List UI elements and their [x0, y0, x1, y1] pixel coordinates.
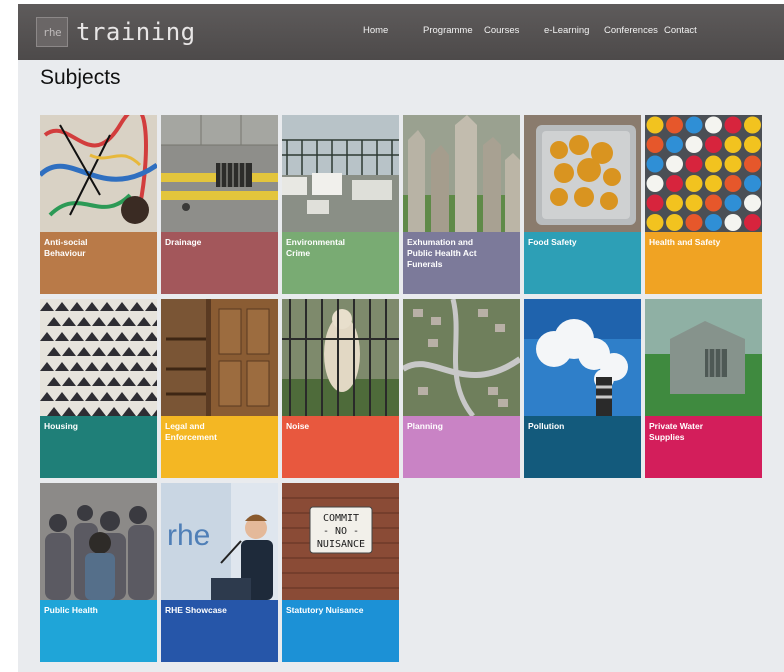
graffiti-photo [40, 115, 157, 232]
well-house-photo [645, 299, 762, 416]
crowd-photo [40, 483, 157, 600]
subject-label-band: Planning [403, 416, 520, 478]
subject-label-band: Noise [282, 416, 399, 478]
subject-tile-private-water-supplies[interactable]: Private Water Supplies [645, 299, 762, 478]
sign-text-3: NUISANCE [317, 539, 365, 550]
nav-programme[interactable]: Programme [423, 25, 473, 36]
subject-label: Food Safety [528, 237, 577, 247]
subject-label: RHE Showcase [165, 605, 227, 615]
subject-tile-noise[interactable]: Noise [282, 299, 399, 478]
subject-label: Noise [286, 421, 310, 431]
sign-text-1: COMMIT [323, 513, 359, 524]
food-tray-photo [524, 115, 641, 232]
subject-label: Planning [407, 421, 443, 431]
subject-tile-food-safety[interactable]: Food Safety [524, 115, 641, 294]
subject-label-band: Food Safety [524, 232, 641, 294]
speaker-photo: rhe [161, 483, 278, 600]
subject-tile-environmental-crime[interactable]: Environmental Crime [282, 115, 399, 294]
subject-tile-exhumation-and-public-health-act-funerals[interactable]: Exhumation and Public Health Act Funeral… [403, 115, 520, 294]
bear-cage-photo [282, 299, 399, 416]
subject-tile-planning[interactable]: Planning [403, 299, 520, 478]
subject-label: Housing [44, 421, 78, 431]
subject-tile-statutory-nuisance[interactable]: COMMIT - NO - NUISANCE Statutory Nuisance [282, 483, 399, 662]
estate-aerial-photo [403, 299, 520, 416]
site-header: rhe training Home Programme Courses e-Le… [18, 4, 784, 60]
rhe-screen-text: rhe [167, 519, 210, 552]
subject-tile-rhe-showcase[interactable]: rhe RHE Showcase [161, 483, 278, 662]
subject-label-band: Legal and Enforcement [161, 416, 278, 478]
subject-label-band: Drainage [161, 232, 278, 294]
hard-hats-photo [645, 115, 762, 232]
subject-label-band: Pollution [524, 416, 641, 478]
subject-label: Pollution [528, 421, 565, 431]
subject-tile-anti-social-behaviour[interactable]: Anti-social Behaviour [40, 115, 157, 294]
nav-elearning[interactable]: e-Learning [544, 25, 589, 36]
subject-tile-public-health[interactable]: Public Health [40, 483, 157, 662]
subject-label: Public Health [44, 605, 98, 615]
subject-label-band: Environmental Crime [282, 232, 399, 294]
subject-label: Legal and Enforcement [165, 421, 217, 442]
page-title: Subjects [40, 66, 121, 89]
subject-tile-legal-and-enforcement[interactable]: Legal and Enforcement [161, 299, 278, 478]
subject-tile-health-and-safety[interactable]: Health and Safety [645, 115, 762, 294]
nuisance-sign-photo: COMMIT - NO - NUISANCE [282, 483, 399, 600]
subject-tile-housing[interactable]: Housing [40, 299, 157, 478]
subject-label-band: Exhumation and Public Health Act Funeral… [403, 232, 520, 294]
subject-label-band: Public Health [40, 600, 157, 662]
subject-label-band: Housing [40, 416, 157, 478]
nav-contact[interactable]: Contact [664, 25, 697, 36]
chimney-smoke-photo [524, 299, 641, 416]
subject-tile-drainage[interactable]: Drainage [161, 115, 278, 294]
subject-label: Exhumation and Public Health Act Funeral… [407, 237, 477, 269]
subject-label: Drainage [165, 237, 202, 247]
subject-label-band: RHE Showcase [161, 600, 278, 662]
nav-courses[interactable]: Courses [484, 25, 519, 36]
drain-grate-photo [161, 115, 278, 232]
subject-label-band: Anti-social Behaviour [40, 232, 157, 294]
page: rhe training Home Programme Courses e-Le… [18, 4, 784, 672]
main-nav: Home Programme Courses e-Learning Confer… [18, 25, 784, 41]
nav-conferences[interactable]: Conferences [604, 25, 658, 36]
subject-label: Anti-social Behaviour [44, 237, 88, 258]
gravestones-photo [403, 115, 520, 232]
fly-tipping-photo [282, 115, 399, 232]
subject-label-band: Private Water Supplies [645, 416, 762, 478]
subject-label: Private Water Supplies [649, 421, 704, 442]
subject-tile-pollution[interactable]: Pollution [524, 299, 641, 478]
nav-home[interactable]: Home [363, 25, 388, 36]
housing-aerial-photo [40, 299, 157, 416]
subject-label: Environmental Crime [286, 237, 346, 258]
sign-text-2: - NO - [323, 526, 359, 537]
subject-label: Health and Safety [649, 237, 721, 247]
courtroom-photo [161, 299, 278, 416]
subject-label-band: Health and Safety [645, 232, 762, 294]
subject-label: Statutory Nuisance [286, 605, 364, 615]
subject-label-band: Statutory Nuisance [282, 600, 399, 662]
